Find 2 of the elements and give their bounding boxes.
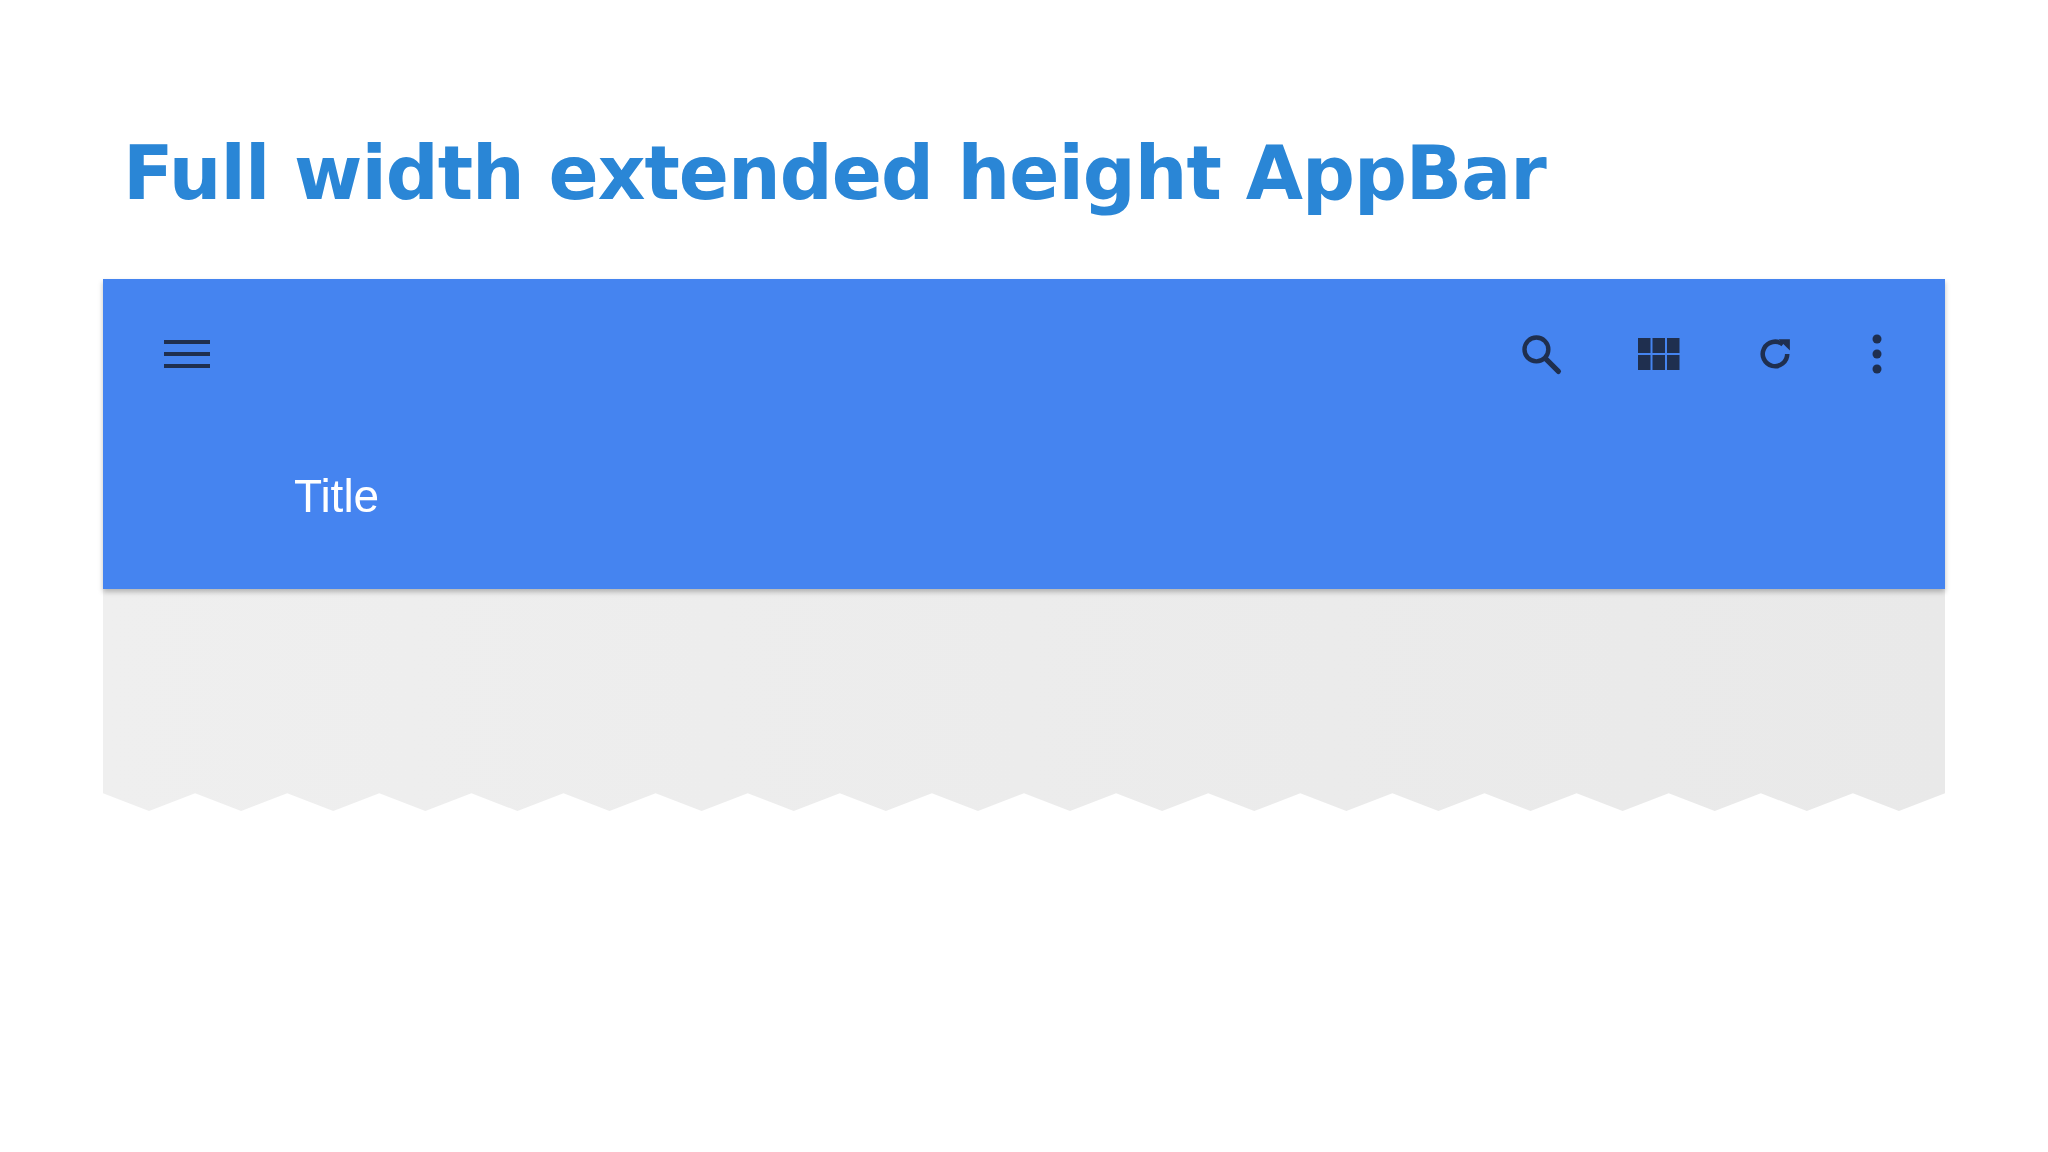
slide-title: Full width extended height AppBar	[123, 129, 1548, 218]
app-bar-title: Title	[294, 469, 380, 523]
